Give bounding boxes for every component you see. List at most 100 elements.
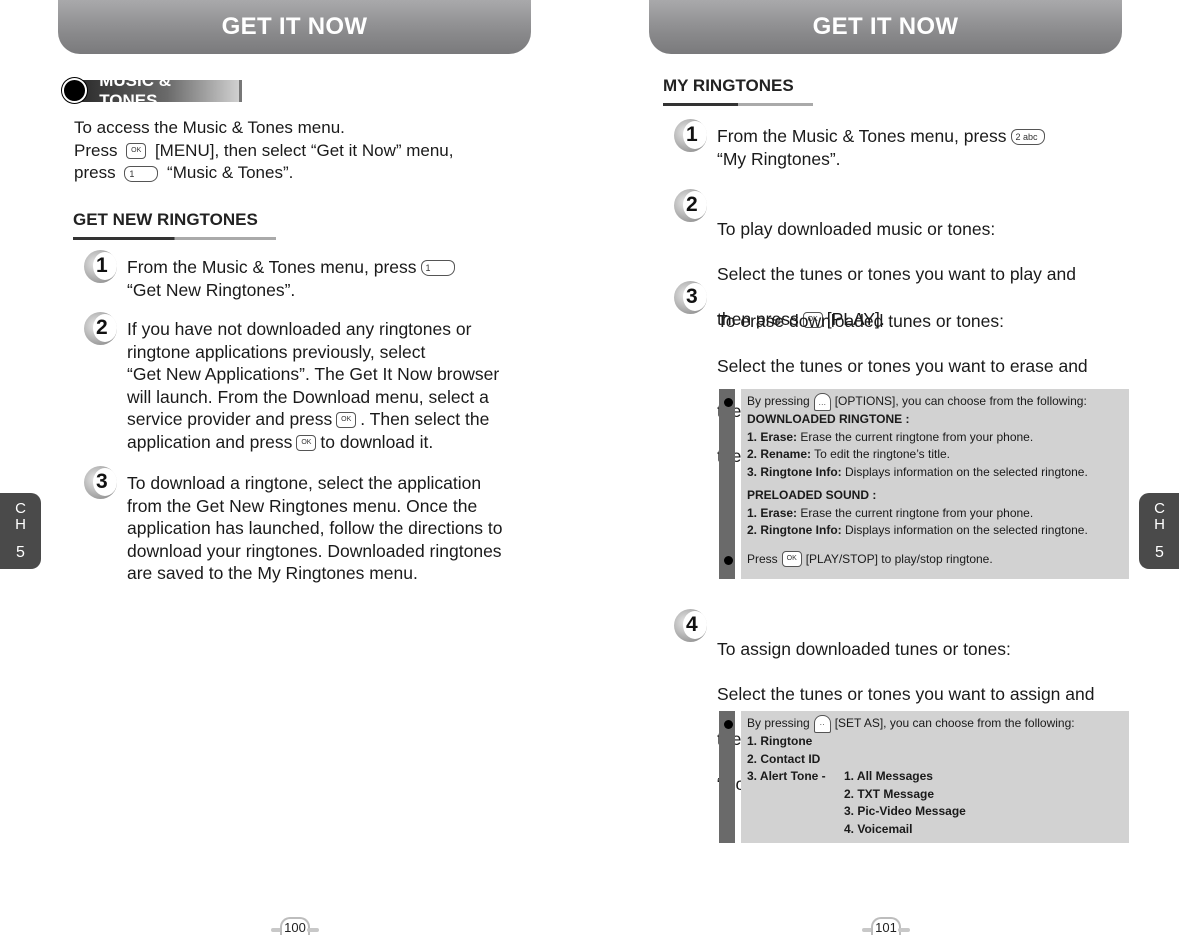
step-number: 4 [686,613,698,636]
two-abc-key-icon: 2 abc [1010,129,1045,146]
header-bar: GET IT NOW [649,0,1122,54]
note-item: 3. Ringtone Info: Displays information o… [747,464,1123,482]
setas-note-box: By pressing ·· [SET AS], you can choose fr… [719,711,1129,843]
step-line: To play downloaded music or tones: [717,218,996,239]
alert-tone-item: 2. TXT Message [844,786,935,801]
note-text: By pressing [747,716,810,731]
step-text: From the Music & Tones menu, press 1 “Get… [127,256,459,301]
note-subheading: DOWNLOADED RINGTONE : [747,412,910,426]
step-text: If you have not downloaded any ringtones… [127,318,499,453]
step-number-badge: 1 [84,250,117,283]
alert-tone-item: 3. Pic-Video Message [844,804,966,818]
step-text-part: “Get New Ringtones”. [127,279,296,300]
note-item-label: 2. Rename: [747,447,812,461]
note-item: 2. Rename: To edit the ringtone’s title. [747,446,1123,464]
step-text-part: “My Ringtones”. [717,148,841,169]
chapter-letters: C H [1154,501,1165,533]
alert-tone-item: 4. Voicemail [844,821,913,836]
step-number: 1 [96,254,108,277]
note-text: [PLAY/STOP] to play/stop ringtone. [805,551,993,566]
one-key-icon: 1 [420,260,455,277]
note-item-desc: Erase the current ringtone from your pho… [800,505,1034,520]
one-key-icon: 1 [124,165,159,182]
left-page: GET IT NOW MUSIC & TONES To access the M… [0,0,590,935]
step-number: 3 [686,285,698,308]
note-item: 2. Ringtone Info: Displays information o… [747,522,1123,540]
section-heading: GET NEW RINGTONES [73,210,276,240]
step-3: 3 To download a ringtone, select the app… [84,466,554,585]
note-text: [SET AS], you can choose from the follow… [834,716,1075,731]
intro-line: Press OK [MENU], then select “Get it Now… [74,140,453,163]
note-item-desc: Displays information on the selected rin… [845,464,1088,479]
note-side-bar [719,711,735,843]
note-row: Press OK [PLAY/STOP] to play/stop ringtone… [724,551,1123,569]
section-heading-text: GET NEW RINGTONES [73,210,258,229]
step-number: 2 [686,193,698,216]
step-line: Select the tunes or tones you want to as… [717,683,1095,704]
chapter-tab[interactable]: C H 5 [1139,493,1179,569]
step-number: 2 [96,316,108,339]
chapter-number: 5 [1155,544,1164,561]
chapter-number: 5 [16,544,25,561]
note-text: [OPTIONS], you can choose from the follo… [834,394,1087,409]
step-text: From the Music & Tones menu, press 2 abc … [717,125,1049,170]
page-number-text: 101 [871,917,901,935]
step-2: 2 If you have not downloaded any rington… [84,312,544,453]
step-number-badge: 3 [674,281,707,314]
intro-line: press 1 “Music & Tones”. [74,162,453,185]
step-line: Select the tunes or tones you want to er… [717,355,1088,376]
note-item-label: 1. Erase: [747,505,798,520]
section-heading-text: MY RINGTONES [663,76,794,95]
page-number: 100 [271,917,319,935]
chapter-letter: C [15,500,26,517]
note-item: 1. Ringtone [747,734,813,748]
alert-tone-item: 1. All Messages [844,769,933,783]
heading-rule [73,237,276,240]
note-item: 2. Contact ID [747,751,821,766]
note-item: 1. Erase: Erase the current ringtone fro… [747,429,1123,447]
circle-icon [62,78,88,103]
intro-paragraph: To access the Music & Tones menu. Press … [74,117,453,185]
intro-line: To access the Music & Tones menu. [74,118,345,137]
step-text-part: From the Music & Tones menu, press [127,257,417,277]
step-text-part: From the Music & Tones menu, press [717,126,1007,146]
step-number-badge: 3 [84,466,117,499]
intro-text: Press [74,140,118,160]
chapter-letter: H [1154,516,1165,533]
note-item-label: 3. Ringtone Info: [747,464,842,479]
options-softkey-icon: … [813,393,831,411]
bullet-icon [724,555,733,565]
intro-text: “Music & Tones”. [167,163,294,182]
alert-tone-label: 3. Alert Tone - [747,769,826,783]
note-subheading: PRELOADED SOUND : [747,488,877,502]
page-number: 101 [862,917,910,935]
note-row: By pressing ·· [SET AS], you can choose fr… [724,715,1123,733]
alert-tone-row: 3. Alert Tone - 1. All Messages [747,768,1123,786]
note-side-bar [719,389,735,579]
step-1: 1 From the Music & Tones menu, press 2 ab… [674,119,1049,170]
step-line: Select the tunes or tones you want to pl… [717,263,1076,284]
ok-key-icon: OK [781,551,802,568]
section-label: MUSIC & TONES [79,71,242,110]
step-1: 1 From the Music & Tones menu, press 1 “G… [84,250,459,301]
step-text: To download a ringtone, select the appli… [127,473,503,583]
note-item-desc: To edit the ringtone’s title. [814,447,951,461]
step-number-badge: 2 [84,312,117,345]
step-number: 3 [96,470,108,493]
ok-key-icon: OK [336,412,357,429]
intro-text: press [74,163,116,182]
note-text: By pressing [747,394,810,409]
chapter-tab[interactable]: C H 5 [0,493,41,569]
chapter-letter: H [15,516,26,533]
right-page: GET IT NOW MY RINGTONES 1 From the Music… [590,0,1179,935]
section-pill: MUSIC & TONES [62,71,242,110]
step-number-badge: 4 [674,609,707,642]
page-number-text: 100 [280,917,310,935]
ok-key-icon: OK [296,434,317,451]
note-text: Press [747,551,778,566]
header-title: GET IT NOW [812,13,959,40]
bullet-icon [724,720,733,729]
step-text-part: to download it. [320,431,434,452]
note-item-desc: Displays information on the selected rin… [845,523,1088,537]
step-number: 1 [686,123,698,146]
